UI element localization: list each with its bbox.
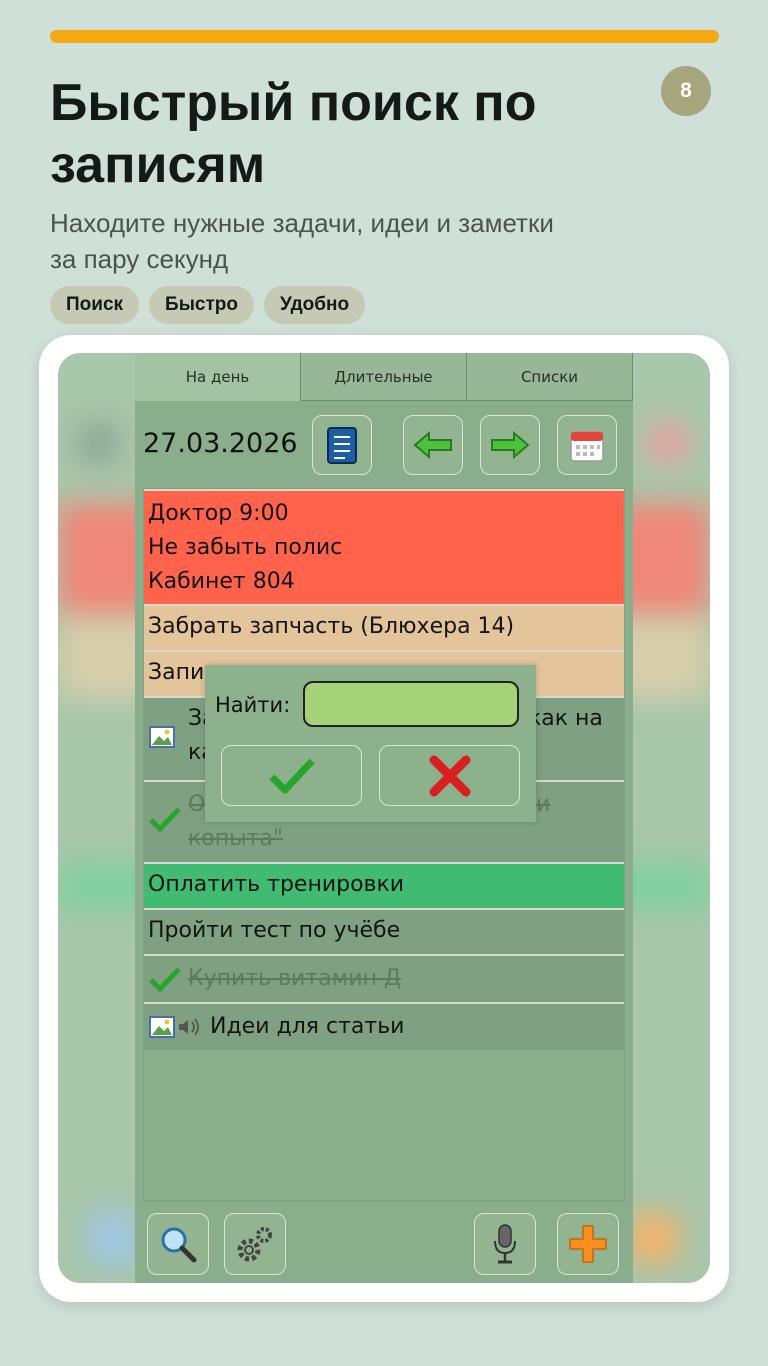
notes-button[interactable] [312,415,372,475]
chip-convenient: Удобно [264,286,366,324]
chip-search: Поиск [50,286,140,324]
add-entry-button[interactable] [557,1213,619,1275]
checkmark-icon [149,807,181,832]
settings-button[interactable] [224,1213,286,1275]
next-day-button[interactable] [480,415,540,475]
search-icon [161,1227,197,1263]
checkmark-icon [149,967,181,992]
list-item[interactable]: Пройти тест по учёбе [144,908,624,954]
arrow-right-icon [491,430,530,460]
task-list: Доктор 9:00 Не забыть полис Кабинет 804 … [143,488,625,1201]
add-icon [569,1225,607,1263]
list-item[interactable]: Оплатить тренировки [144,862,624,908]
list-item[interactable]: Купить витамин Д [144,954,624,1002]
search-label: Найти: [215,693,291,717]
arrow-left-icon [413,430,452,460]
feature-chips: Поиск Быстро Удобно [50,286,366,324]
image-icon [149,726,175,748]
tab-day[interactable]: На день [135,353,301,401]
search-input[interactable] [303,681,519,727]
calendar-icon [570,431,604,462]
list-item[interactable]: Доктор 9:00 Не забыть полис Кабинет 804 [144,489,624,604]
calendar-button[interactable] [557,415,617,475]
voice-input-button[interactable] [474,1213,536,1275]
search-dialog: Найти: [205,665,536,822]
device-screen: На день Длительные Списки 27.03.2026 Док… [58,353,710,1283]
notes-icon [327,427,357,464]
checkmark-icon [269,758,315,793]
tab-long[interactable]: Длительные [301,353,467,401]
page-subtitle: Находите нужные задачи, идеи и заметки з… [50,208,554,274]
image-sound-icon [149,1016,199,1038]
microphone-icon [494,1224,516,1264]
list-item[interactable]: Забрать запчасть (Блюхера 14) [144,604,624,650]
list-item[interactable]: Идеи для статьи [144,1002,624,1050]
planner-app: На день Длительные Списки 27.03.2026 Док… [135,353,633,1283]
close-icon [429,755,470,796]
page-title: Быстрый поиск по записям [50,74,537,194]
progress-bar [50,30,719,43]
chip-fast: Быстро [149,286,254,324]
current-date[interactable]: 27.03.2026 [143,428,298,459]
tab-bar: На день Длительные Списки [135,353,633,401]
cancel-search-button[interactable] [379,745,520,806]
settings-icon [237,1227,272,1262]
confirm-search-button[interactable] [221,745,362,806]
previous-day-button[interactable] [403,415,463,475]
tab-lists[interactable]: Списки [467,353,633,401]
search-button[interactable] [147,1213,209,1275]
step-badge: 8 [661,66,711,116]
